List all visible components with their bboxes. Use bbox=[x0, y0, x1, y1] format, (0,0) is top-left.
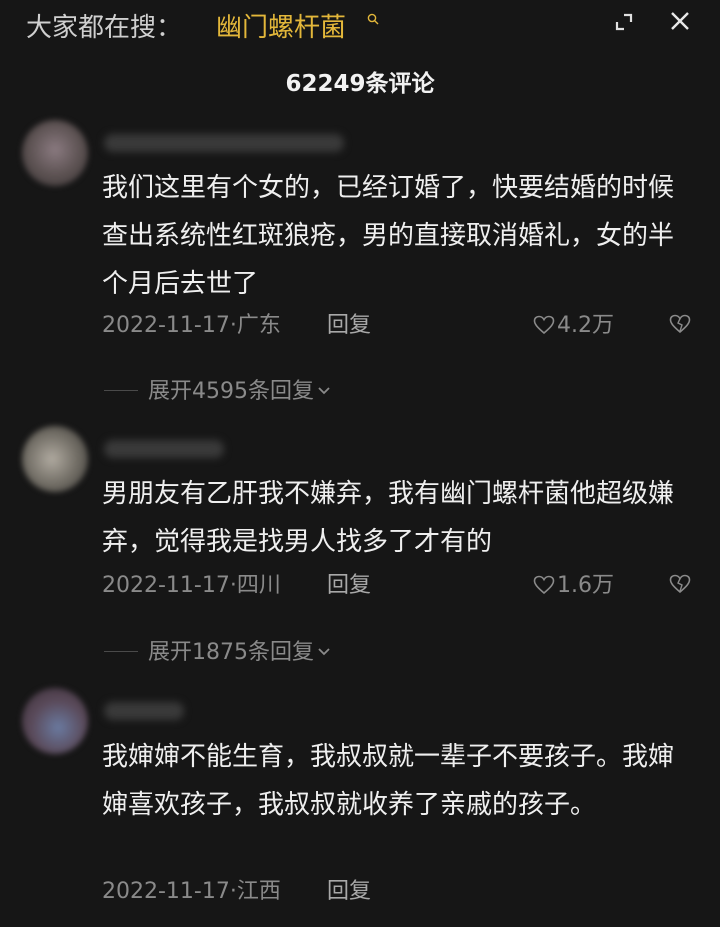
like-button[interactable]: 4.2万 bbox=[533, 311, 614, 341]
expand-divider bbox=[104, 651, 138, 652]
expand-replies-label: 展开4595条回复 bbox=[148, 379, 314, 404]
dislike-icon[interactable] bbox=[668, 573, 692, 595]
expand-icon[interactable] bbox=[614, 12, 634, 32]
comment-text: 我们这里有个女的，已经订婚了，快要结婚的时候查出系统性红斑狼疮，男的直接取消婚礼… bbox=[102, 173, 675, 299]
expand-replies-button[interactable]: 展开4595条回复 bbox=[104, 375, 331, 407]
dislike-icon[interactable] bbox=[668, 313, 692, 335]
avatar[interactable] bbox=[22, 120, 88, 186]
comment-text: 男朋友有乙肝我不嫌弃，我有幽门螺杆菌他超级嫌弃，觉得我是找男人找多了才有的 bbox=[102, 479, 675, 557]
comment-count-title: 62249条评论 bbox=[285, 71, 435, 97]
like-count: 1.6万 bbox=[557, 573, 614, 598]
close-icon[interactable] bbox=[669, 10, 691, 32]
search-small-icon bbox=[367, 10, 379, 29]
expand-divider bbox=[104, 390, 138, 391]
expand-replies-button[interactable]: 展开1875条回复 bbox=[104, 636, 331, 668]
chevron-down-icon bbox=[317, 375, 331, 395]
reply-button[interactable]: 回复 bbox=[327, 311, 371, 341]
comments-header: 大家都在搜： 幽门螺杆菌 62249条评论 bbox=[0, 0, 720, 110]
heart-icon bbox=[533, 314, 555, 335]
like-count: 4.2万 bbox=[557, 313, 614, 338]
comment-meta: 2022-11-17·广东 bbox=[102, 313, 281, 338]
expand-replies-label: 展开1875条回复 bbox=[148, 640, 314, 665]
chevron-down-icon bbox=[317, 636, 331, 656]
heart-icon bbox=[533, 574, 555, 595]
comment-meta: 2022-11-17·四川 bbox=[102, 573, 281, 598]
search-suggestion-link[interactable]: 幽门螺杆菌 bbox=[216, 8, 346, 48]
avatar[interactable] bbox=[22, 426, 88, 492]
reply-button[interactable]: 回复 bbox=[327, 571, 371, 601]
reply-button[interactable]: 回复 bbox=[327, 877, 371, 907]
comment-meta: 2022-11-17·江西 bbox=[102, 879, 281, 904]
avatar[interactable] bbox=[22, 688, 88, 754]
comment-text: 我婶婶不能生育，我叔叔就一辈子不要孩子。我婶婶喜欢孩子，我叔叔就收养了亲戚的孩子… bbox=[102, 742, 675, 820]
username-blurred[interactable] bbox=[104, 702, 184, 720]
like-button[interactable]: 1.6万 bbox=[533, 571, 614, 601]
username-blurred[interactable] bbox=[104, 440, 224, 458]
username-blurred[interactable] bbox=[104, 134, 344, 152]
search-prefix-label: 大家都在搜： bbox=[26, 13, 183, 43]
